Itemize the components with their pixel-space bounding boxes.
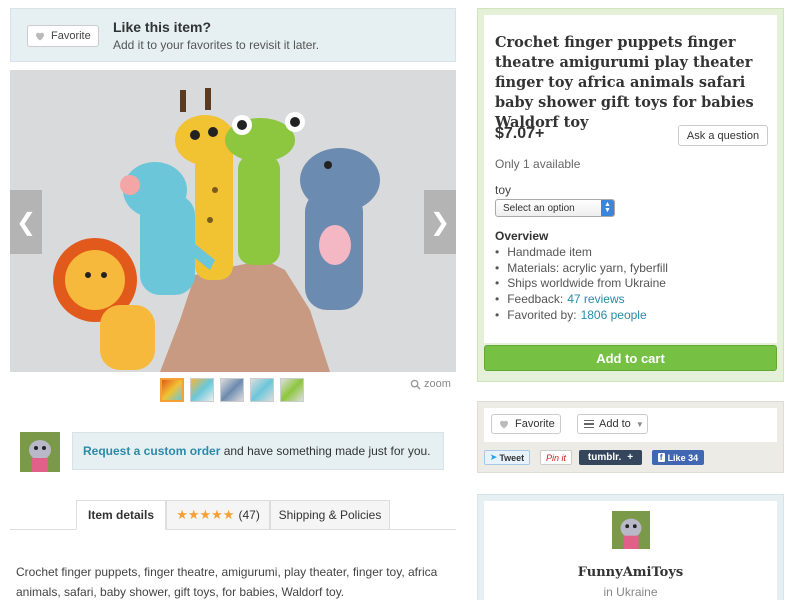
overview-item: Handmade item [495,244,668,260]
tab-item-details[interactable]: Item details [76,500,166,530]
overview-favorited-label: Favorited by: [507,307,577,322]
option-select[interactable]: Select an option ▲ ▼ [495,199,615,217]
overview-item: Materials: acrylic yarn, fyberfill [495,260,668,276]
zoom-label: zoom [424,378,451,390]
shop-panel: FunnyAmiToys in Ukraine [477,494,784,600]
overview-list: Handmade item Materials: acrylic yarn, f… [495,244,668,322]
favorite-button-label: Favorite [51,30,91,42]
add-to-cart-button[interactable]: Add to cart [484,345,777,371]
overview-item: Feedback: 47 reviews [495,291,668,307]
overview-materials: Materials: acrylic yarn, fyberfill [507,260,668,275]
item-description: Crochet finger puppets, finger theatre, … [16,565,438,599]
buy-panel: Crochet finger puppets finger theatre am… [477,8,784,382]
thumbnail[interactable] [220,378,244,402]
overview-ships: Ships worldwide from Ukraine [507,276,666,291]
rating-stars: ★★★★★ [176,507,235,522]
favorite-item-button[interactable]: Favorite [491,414,561,434]
add-to-label: Add to [599,418,631,430]
listing-title: Crochet finger puppets finger theatre am… [495,34,754,131]
thumbnail-strip [160,378,304,402]
overview-item: Ships worldwide from Ukraine [495,275,668,291]
item-tabs: Item details ★★★★★ (47) Shipping & Polic… [10,500,456,530]
overview-feedback-label: Feedback: [507,291,564,306]
heart-icon [36,32,44,41]
list-icon [584,419,594,429]
favorite-item-label: Favorite [515,418,555,430]
thumbnail[interactable] [280,378,304,402]
add-to-list-button[interactable]: Add to ▼ [577,414,648,434]
social-panel: Favorite Add to ▼ ➤ Tweet Pin it tumblr.… [477,401,784,473]
listing-price: $7.07+ [495,125,545,142]
tab-reviews[interactable]: ★★★★★ (47) [166,500,270,530]
custom-order-text: and have something made just for you. [220,444,431,458]
tumblr-label: tumblr. [587,452,622,463]
shop-avatar-small [20,432,60,472]
ask-question-button[interactable]: Ask a question [678,125,768,146]
thumbnail[interactable] [160,378,184,402]
overview-item: Favorited by: 1806 people [495,307,668,323]
favoriters-link[interactable]: 1806 people [581,308,647,322]
favorite-button[interactable]: Favorite [27,25,99,47]
like-label: Like 34 [667,452,699,463]
overview-handmade: Handmade item [507,244,592,259]
social-actions: Favorite Add to ▼ [484,408,777,442]
pinit-button[interactable]: Pin it [540,450,572,465]
favorite-banner: Favorite Like this item? Add it to your … [10,8,456,62]
thumbnail[interactable] [190,378,214,402]
tweet-label: Tweet [499,452,525,463]
thumbnail[interactable] [250,378,274,402]
twitter-bird-icon: ➤ [489,452,498,462]
availability-text: Only 1 available [495,157,581,171]
tab-shipping-policies[interactable]: Shipping & Policies [270,500,390,530]
product-photo [10,70,456,372]
prev-image-button[interactable]: ❮ [10,190,42,254]
product-image[interactable]: ❮ ❯ [10,70,456,372]
facebook-icon: f [657,453,665,462]
heart-icon [500,420,508,429]
chevron-down-icon: ▼ [635,419,644,429]
option-select-value: Select an option [503,202,575,214]
tumblr-button[interactable]: tumblr. + [579,450,642,465]
favorite-banner-subtitle: Add it to your favorites to revisit it l… [113,38,320,52]
shop-name[interactable]: FunnyAmiToys [484,565,777,580]
reviews-count: (47) [238,508,260,522]
option-label: toy [495,183,512,197]
overview-title: Overview [495,229,549,243]
favorite-banner-title: Like this item? [113,19,212,35]
custom-order-banner: Request a custom order and have somethin… [72,432,444,470]
next-image-button[interactable]: ❯ [424,190,456,254]
magnifier-icon [410,379,421,390]
tweet-button[interactable]: ➤ Tweet [484,450,530,465]
plus-icon: + [627,452,634,463]
shop-avatar[interactable] [612,511,650,549]
request-custom-order-link[interactable]: Request a custom order [83,444,220,458]
select-arrows-icon: ▲ ▼ [601,200,614,216]
buy-box: Crochet finger puppets finger theatre am… [484,15,777,343]
reviews-link[interactable]: 47 reviews [567,292,624,306]
zoom-link[interactable]: zoom [410,378,451,390]
facebook-like-button[interactable]: f Like 34 [652,450,704,465]
shop-card: FunnyAmiToys in Ukraine [484,501,777,600]
shop-location: in Ukraine [603,585,658,599]
